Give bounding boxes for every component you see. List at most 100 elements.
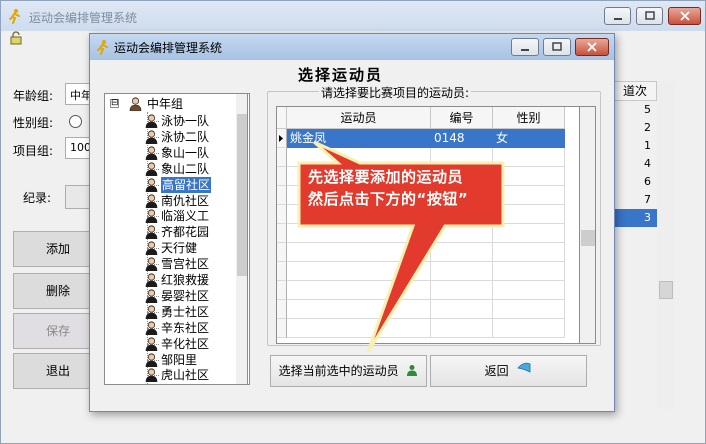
- tree-node[interactable]: 辛化社区: [161, 336, 209, 352]
- row-indicator[interactable]: [277, 281, 287, 300]
- col-header-athlete[interactable]: 运动员: [287, 107, 431, 129]
- minimize-icon[interactable]: [604, 7, 631, 25]
- grid-cell[interactable]: [431, 148, 493, 167]
- row-indicator[interactable]: [277, 300, 287, 319]
- row-indicator[interactable]: [277, 186, 287, 205]
- col-header-number[interactable]: 编号: [431, 107, 493, 129]
- tree-node-selected[interactable]: 高留社区: [161, 176, 212, 193]
- lane-cell[interactable]: 6: [613, 173, 657, 191]
- grid-cell[interactable]: [287, 224, 431, 243]
- tree-node[interactable]: 象山二队: [161, 161, 209, 177]
- team-person-icon: [145, 273, 158, 287]
- grid-cell[interactable]: [431, 319, 493, 338]
- main-scrollbar[interactable]: [657, 81, 675, 409]
- row-indicator[interactable]: [277, 224, 287, 243]
- lane-cell[interactable]: 2: [613, 119, 657, 137]
- tree-node[interactable]: 天行健: [161, 240, 197, 256]
- tree-node[interactable]: 晏婴社区: [161, 288, 209, 304]
- collapse-icon[interactable]: ⊟: [110, 99, 119, 108]
- select-athlete-button[interactable]: 选择当前选中的运动员: [270, 355, 427, 387]
- lane-cell[interactable]: 5: [613, 101, 657, 119]
- grid-cell-selected[interactable]: 姚金凤: [287, 129, 431, 148]
- tree-node[interactable]: 红狼救援: [161, 272, 209, 288]
- tree-node[interactable]: 临淄义工: [161, 208, 209, 224]
- callout-line-2: 然后点击下方的“按钮”: [308, 190, 469, 208]
- tree-node[interactable]: 泳协一队: [161, 113, 209, 129]
- team-person-icon: [145, 177, 158, 192]
- tree-node[interactable]: 虎山社区: [161, 367, 209, 383]
- grid-cell[interactable]: [493, 281, 565, 300]
- tree-node[interactable]: 南仇社区: [161, 193, 209, 209]
- back-button-label: 返回: [484, 364, 509, 378]
- tree-node[interactable]: 勇士社区: [161, 304, 209, 320]
- minimize-icon[interactable]: [511, 38, 539, 56]
- main-scroll-thumb[interactable]: [659, 281, 673, 299]
- team-person-icon: [145, 146, 158, 160]
- team-person-icon: [145, 162, 158, 176]
- grid-cell[interactable]: [493, 224, 565, 243]
- grid-cell-selected[interactable]: 女: [493, 129, 565, 148]
- close-icon[interactable]: [668, 7, 701, 25]
- team-person-icon: [145, 289, 158, 303]
- team-person-icon: [145, 209, 158, 224]
- team-person-icon: [145, 352, 158, 367]
- gender-label: 性别组:: [13, 116, 54, 130]
- team-person-icon: [145, 305, 158, 319]
- dialog-title: 运动会编排管理系统: [114, 41, 223, 55]
- team-person-icon: [145, 368, 158, 383]
- grid-scroll-thumb[interactable]: [581, 230, 595, 246]
- grid-cell[interactable]: [287, 262, 431, 281]
- record-label: 纪录:: [23, 191, 52, 205]
- maximize-icon[interactable]: [636, 7, 663, 25]
- select-button-label: 选择当前选中的运动员: [278, 364, 399, 378]
- maximize-icon[interactable]: [543, 38, 571, 56]
- close-icon[interactable]: [575, 38, 609, 56]
- lane-cell-selected[interactable]: 3: [613, 209, 657, 227]
- grid-cell[interactable]: [493, 262, 565, 281]
- grid-cell[interactable]: [287, 300, 431, 319]
- lock-icon[interactable]: [9, 31, 23, 45]
- event-group-label: 项目组:: [13, 144, 54, 158]
- gender-radio[interactable]: [69, 115, 82, 128]
- lane-cell[interactable]: 4: [613, 155, 657, 173]
- tree-node[interactable]: 泳协二队: [161, 129, 209, 145]
- athlete-grid[interactable]: 运动员 编号 性别 姚金凤 0148 女: [276, 106, 580, 344]
- lane-cell[interactable]: 7: [613, 191, 657, 209]
- row-indicator[interactable]: [277, 167, 287, 186]
- dialog-heading: 选择运动员: [298, 66, 384, 84]
- grid-cell[interactable]: [431, 224, 493, 243]
- grid-cell[interactable]: [431, 281, 493, 300]
- group-tree[interactable]: ⊟ 中年组 泳协一队 泳协二队 象山一队 象山二队 高留社区 南仇社区 临淄义工 齐都花园 天行…: [104, 93, 250, 385]
- grid-scrollbar[interactable]: [580, 106, 596, 344]
- row-indicator[interactable]: [277, 319, 287, 338]
- grid-cell[interactable]: [287, 148, 431, 167]
- row-indicator[interactable]: [277, 148, 287, 167]
- grid-cell[interactable]: [493, 319, 565, 338]
- tree-node[interactable]: 象山一队: [161, 145, 209, 161]
- grid-cell[interactable]: [493, 243, 565, 262]
- row-indicator[interactable]: [277, 205, 287, 224]
- grid-cell[interactable]: [431, 262, 493, 281]
- col-header-gender[interactable]: 性别: [493, 107, 565, 129]
- grid-cell[interactable]: [287, 281, 431, 300]
- grid-cell[interactable]: [287, 319, 431, 338]
- grid-cell-selected[interactable]: 0148: [431, 129, 493, 148]
- tree-node[interactable]: 邹阳里: [161, 352, 197, 368]
- tree-root-label[interactable]: 中年组: [147, 96, 183, 112]
- tree-scroll-thumb[interactable]: [237, 114, 247, 276]
- lane-cell[interactable]: 1: [613, 137, 657, 155]
- age-group-label: 年龄组:: [13, 89, 54, 103]
- tree-node[interactable]: 辛东社区: [161, 320, 209, 336]
- team-person-icon: [145, 130, 158, 144]
- tree-node[interactable]: 齐都花园: [161, 224, 209, 240]
- grid-cell[interactable]: [493, 148, 565, 167]
- grid-cell[interactable]: [431, 300, 493, 319]
- row-indicator[interactable]: [277, 129, 287, 148]
- row-indicator[interactable]: [277, 262, 287, 281]
- grid-cell[interactable]: [431, 243, 493, 262]
- back-button[interactable]: 返回: [430, 355, 587, 387]
- tree-node[interactable]: 雪宫社区: [161, 256, 209, 272]
- row-indicator[interactable]: [277, 243, 287, 262]
- grid-cell[interactable]: [493, 300, 565, 319]
- grid-cell[interactable]: [287, 243, 431, 262]
